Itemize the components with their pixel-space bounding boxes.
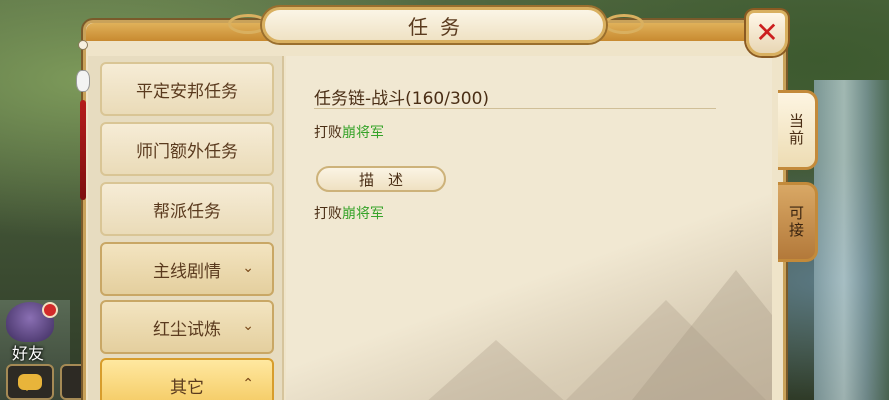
category-other[interactable]: 其它 ⌃ — [100, 358, 274, 400]
title-ornament-right — [604, 14, 644, 34]
description-prefix: 打败 — [314, 206, 342, 222]
friend-label: 好友 — [12, 344, 45, 363]
category-pingding[interactable]: 平定安邦任务 — [100, 62, 274, 116]
category-label: 红尘试炼 — [153, 319, 221, 340]
tassel-decoration — [76, 40, 90, 200]
quest-title: 任务链-战斗(160/300) — [314, 89, 490, 109]
chat-button[interactable] — [6, 364, 54, 400]
category-label: 其它 — [170, 377, 204, 398]
objective-target-link[interactable]: 崩将军 — [342, 125, 384, 141]
tassel-bead — [78, 40, 88, 50]
friend-button[interactable]: 好友 — [2, 302, 60, 363]
category-main-story[interactable]: 主线剧情 ⌄ — [100, 242, 274, 296]
tassel-knot — [76, 70, 90, 92]
quest-category-list: 平定安邦任务 师门额外任务 帮派任务 主线剧情 ⌄ 红尘试炼 ⌄ 其它 ⌃ — [88, 56, 284, 400]
close-button[interactable]: ✕ — [746, 10, 788, 56]
category-bangpai[interactable]: 帮派任务 — [100, 182, 274, 236]
description-target-link[interactable]: 崩将军 — [342, 206, 384, 222]
category-label: 主线剧情 — [153, 261, 221, 282]
chevron-down-icon: ⌄ — [242, 318, 254, 334]
notification-dot — [42, 302, 58, 318]
close-icon: ✕ — [755, 16, 779, 49]
chat-icon — [18, 374, 42, 391]
chevron-up-icon: ⌃ — [242, 376, 254, 392]
quest-description: 打败崩将军 — [314, 203, 384, 223]
title-plaque: 任务 — [262, 7, 606, 43]
category-shimen[interactable]: 师门额外任务 — [100, 122, 274, 176]
window-title: 任务 — [408, 14, 472, 39]
category-label: 帮派任务 — [153, 201, 221, 222]
category-label: 师门额外任务 — [136, 141, 238, 162]
title-divider — [314, 108, 716, 109]
tab-accept[interactable]: 可接 — [778, 182, 818, 262]
tassel-thread — [80, 100, 86, 200]
category-hongchen[interactable]: 红尘试炼 ⌄ — [100, 300, 274, 354]
tab-current[interactable]: 当前 — [778, 90, 818, 170]
quest-objective: 打败崩将军 — [314, 122, 384, 142]
description-header: 描述 — [316, 166, 446, 192]
category-label: 平定安邦任务 — [136, 81, 238, 102]
background-waterfall — [814, 80, 889, 400]
quest-detail: 任务链-战斗(160/300) 打败崩将军 描述 打败崩将军 — [286, 56, 772, 400]
mountain-decoration — [616, 270, 772, 400]
objective-prefix: 打败 — [314, 125, 342, 141]
chevron-down-icon: ⌄ — [242, 260, 254, 276]
